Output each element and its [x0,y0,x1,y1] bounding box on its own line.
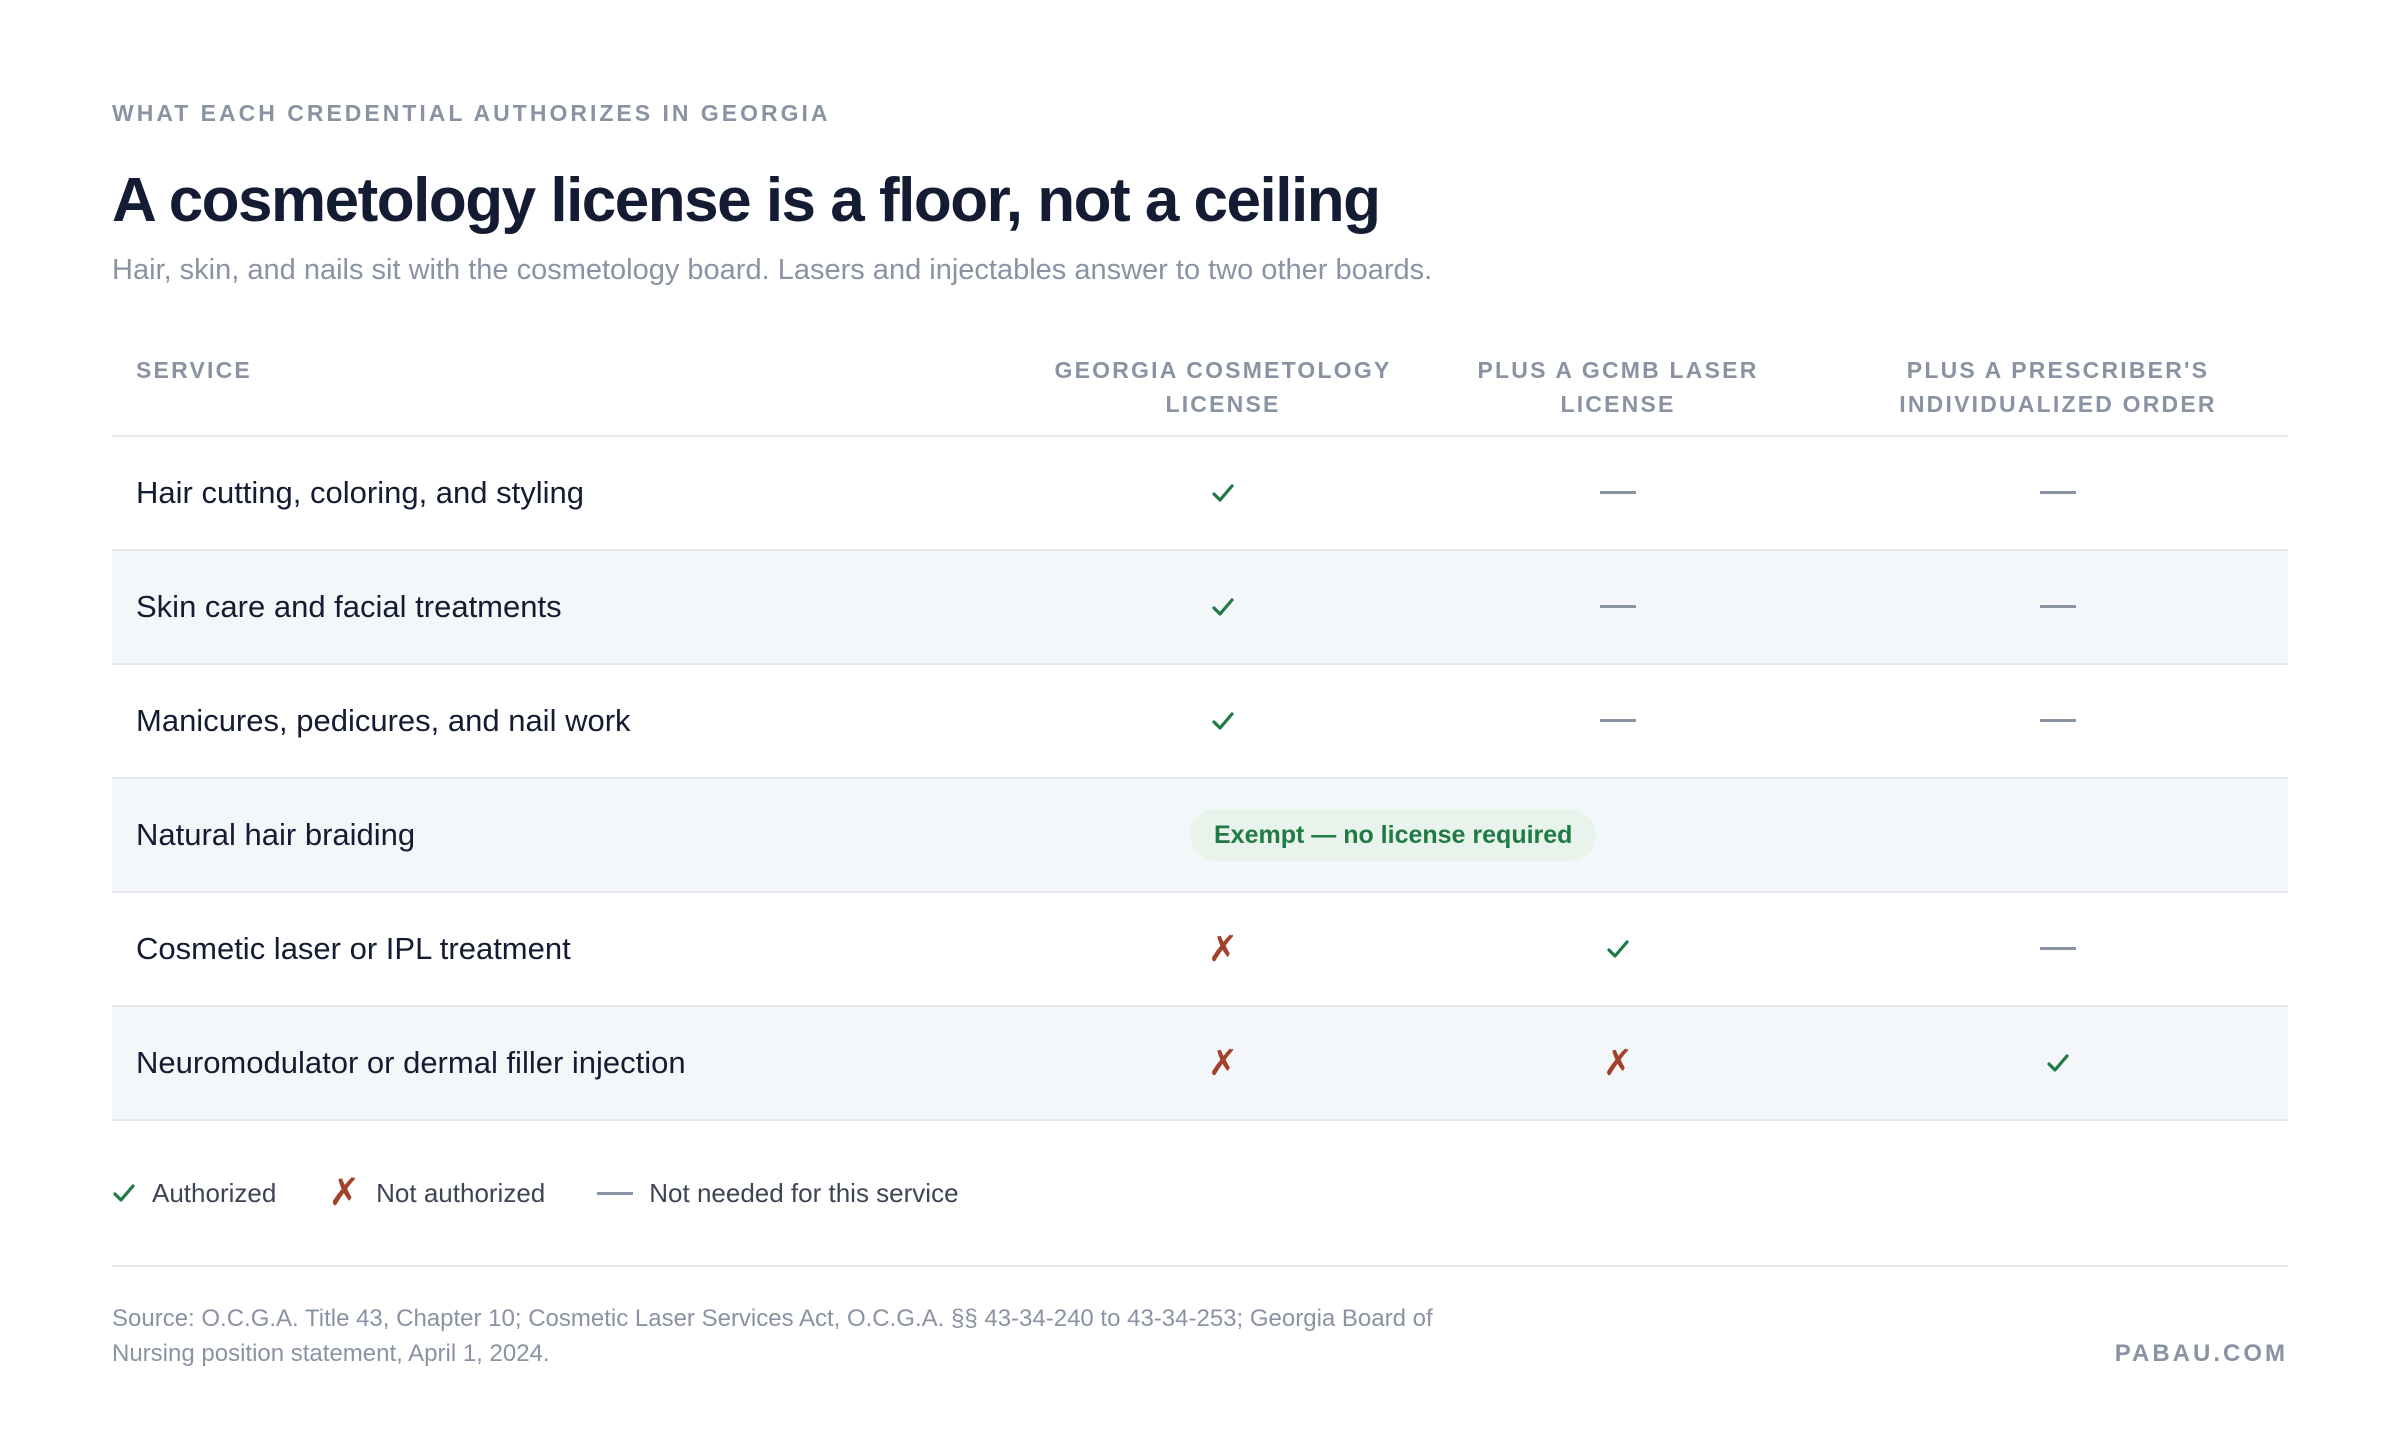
status-cell [1038,436,1408,551]
table-row: Cosmetic laser or IPL treatment ✗ [112,892,2288,1007]
dash-icon [2040,491,2076,495]
status-cell [1038,550,1408,665]
dash-icon [2040,719,2076,723]
header-gcmb-laser-license-label: PLUS A GCMB LASER LICENSE [1477,357,1759,417]
status-cell: ✗ [1038,1006,1408,1121]
status-cell [1408,892,1828,1007]
status-cell [1828,550,2288,665]
table-body: Hair cutting, coloring, and styling Skin … [112,436,2288,1121]
table-row: Hair cutting, coloring, and styling [112,436,2288,551]
header-gcmb-laser-license: PLUS A GCMB LASER LICENSE [1408,335,1828,437]
eyebrow: WHAT EACH CREDENTIAL AUTHORIZES IN GEORG… [112,100,831,126]
legend: Authorized ✗ Not authorized Not needed f… [112,1172,2288,1214]
service-name: Cosmetic laser or IPL treatment [112,892,1038,1007]
cross-icon: ✗ [1207,1042,1239,1083]
header-service: SERVICE [112,335,1038,437]
footer-divider [112,1265,2288,1267]
check-icon [1212,484,1234,502]
legend-authorized: Authorized [112,1178,276,1209]
status-cell [1408,550,1828,665]
dash-icon [2040,947,2076,951]
table-row: Neuromodulator or dermal filler injectio… [112,1006,2288,1121]
legend-not-authorized-label: Not authorized [376,1177,546,1208]
exempt-cell: Exempt — no license required [1038,778,2288,893]
dash-icon [1600,719,1636,723]
status-cell [1828,664,2288,779]
status-cell [1038,664,1408,779]
check-icon [1212,598,1234,616]
service-name: Skin care and facial treatments [112,550,1038,665]
exempt-badge: Exempt — no license required [1190,809,1597,861]
dash-icon [597,1191,634,1195]
source-note: Source: O.C.G.A. Title 43, Chapter 10; C… [112,1305,1433,1367]
header-prescriber-order-label: PLUS A PRESCRIBER'S INDIVIDUALIZED ORDER [1899,357,2217,417]
page: WHAT EACH CREDENTIAL AUTHORIZES IN GEORG… [0,0,2400,1454]
page-title: A cosmetology license is a floor, not a … [112,166,1381,235]
status-cell [1408,436,1828,551]
page-subtitle: Hair, skin, and nails sit with the cosme… [112,254,1433,286]
table-header-row: SERVICE GEORGIA COSMETOLOGY LICENSE PLUS… [112,335,2288,437]
check-icon [2047,1054,2069,1072]
legend-not-needed: Not needed for this service [597,1177,959,1209]
brand-mark: PABAU.COM [2114,1340,2288,1367]
header-cosmetology-license: GEORGIA COSMETOLOGY LICENSE [1038,335,1408,437]
credential-table: SERVICE GEORGIA COSMETOLOGY LICENSE PLUS… [112,335,2288,1121]
table-row: Manicures, pedicures, and nail work [112,664,2288,779]
table-row: Skin care and facial treatments [112,550,2288,665]
legend-not-needed-label: Not needed for this service [649,1177,959,1208]
cross-icon: ✗ [1207,928,1239,969]
legend-not-authorized: ✗ Not authorized [328,1172,546,1214]
service-name: Manicures, pedicures, and nail work [112,664,1038,779]
check-icon [113,1184,135,1202]
status-cell: ✗ [1038,892,1408,1007]
service-name: Neuromodulator or dermal filler injectio… [112,1006,1038,1121]
service-name: Hair cutting, coloring, and styling [112,436,1038,551]
footer: Source: O.C.G.A. Title 43, Chapter 10; C… [112,1301,2288,1371]
dash-icon [1600,605,1636,609]
status-cell [1408,664,1828,779]
dash-icon [2040,605,2076,609]
header-cosmetology-license-label: GEORGIA COSMETOLOGY LICENSE [1054,357,1392,417]
cross-icon: ✗ [328,1172,361,1214]
service-name: Natural hair braiding [112,778,1038,893]
status-cell [1828,1006,2288,1121]
check-icon [1212,712,1234,730]
check-icon [1607,940,1629,958]
header-prescriber-order: PLUS A PRESCRIBER'S INDIVIDUALIZED ORDER [1828,335,2288,437]
status-cell: ✗ [1408,1006,1828,1121]
cross-icon: ✗ [1602,1042,1634,1083]
status-cell [1828,892,2288,1007]
dash-icon [1600,491,1636,495]
status-cell [1828,436,2288,551]
legend-authorized-label: Authorized [152,1177,277,1208]
table-row: Natural hair braiding Exempt — no license… [112,778,2288,893]
